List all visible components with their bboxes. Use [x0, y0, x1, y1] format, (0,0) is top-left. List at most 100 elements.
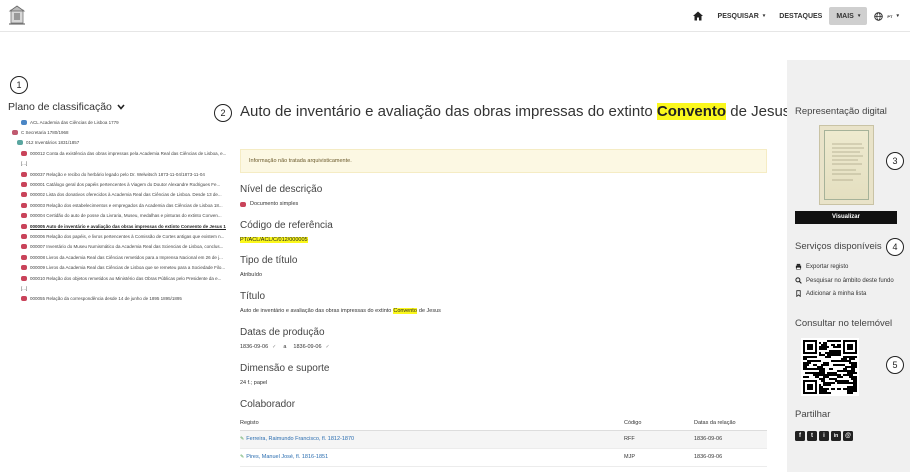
level-icon	[21, 265, 27, 271]
menu-pesquisar[interactable]: PESQUISAR ▾	[711, 7, 773, 25]
tree-item[interactable]: 000004 Certidão do auto de posse da Livr…	[8, 211, 226, 221]
home-button[interactable]	[685, 7, 711, 25]
tree-item[interactable]: 000003 Relação dos estabelecimentos e em…	[8, 200, 226, 210]
tree-item[interactable]: [...]	[8, 283, 226, 293]
dimensao-label: Dimensão e suporte	[240, 363, 330, 374]
tree-item[interactable]: 000009 Livros da Academia Real das Ciênc…	[8, 262, 226, 272]
level-icon	[21, 213, 27, 219]
menu-pesquisar-label: PESQUISAR	[717, 12, 759, 20]
tree-item-label: [...]	[21, 285, 28, 291]
tree-item-label: 000005 Auto de inventário e avaliação da…	[30, 223, 226, 229]
tree-item-label: 000003 Relação dos estabelecimentos e em…	[30, 202, 223, 208]
notice-box: Informação não tratada arquivisticamente…	[240, 149, 767, 173]
level-icon	[17, 140, 23, 146]
colaborador-label: Colaborador	[240, 399, 296, 410]
nivel-value: Documento simples	[240, 201, 298, 207]
linkedin-icon[interactable]: in	[831, 431, 841, 441]
instagram-icon[interactable]: i	[819, 431, 829, 441]
tree-item[interactable]: 000008 Livros da Academia Real das Ciênc…	[8, 252, 226, 262]
plano-toggle[interactable]: Plano de classificação	[8, 101, 125, 113]
check-icon: ✓	[272, 344, 277, 350]
exportar-link[interactable]: Exportar registo	[795, 263, 848, 270]
codigo-label: Código de referência	[240, 220, 333, 231]
main-menu: PESQUISAR ▾ DESTAQUES MAIS ▾ PT ▾	[685, 5, 906, 27]
tree-item[interactable]: 000012 Conta da existência das obras imp…	[8, 148, 226, 158]
document-icon	[240, 201, 246, 207]
language-selector[interactable]: PT ▾	[867, 7, 906, 25]
academy-logo[interactable]	[7, 4, 27, 26]
tree-item[interactable]: 000007 Inventário do Museu Numismático d…	[8, 242, 226, 252]
exportar-label: Exportar registo	[806, 263, 849, 270]
table-header-row: Registo Código Datas da relação	[240, 416, 767, 431]
pesquisar-fundo-link[interactable]: Pesquisar no âmbito deste fundo	[795, 277, 894, 284]
tree-item[interactable]: 000002 Lista dos donativos oferecidos à …	[8, 190, 226, 200]
tree-item[interactable]: ACL Academia das Ciências de Lisboa 1779	[8, 117, 226, 127]
adicionar-lista-label: Adicionar à minha lista	[806, 290, 867, 297]
servicos-title: Serviços disponíveis	[795, 241, 882, 252]
tipo-value: Atribuído	[240, 272, 263, 278]
level-icon	[21, 254, 27, 260]
globe-icon	[874, 11, 884, 21]
tree-item-label: 000008 Livros da Academia Real das Ciênc…	[30, 254, 223, 260]
level-icon	[21, 223, 27, 229]
manuscript-image	[832, 143, 864, 181]
visualizar-button[interactable]: Visualizar	[795, 211, 897, 224]
titulo-value: Auto de inventário e avaliação das obras…	[240, 308, 441, 314]
top-navbar: PESQUISAR ▾ DESTAQUES MAIS ▾ PT ▾	[0, 0, 910, 32]
tree-item-label: 000037 Relação e recibo do herbário lega…	[30, 171, 205, 177]
callout-badge-1: 1	[10, 76, 28, 94]
tree-item-label: ACL Academia das Ciências de Lisboa 1779	[30, 119, 119, 125]
menu-destaques[interactable]: DESTAQUES	[772, 7, 829, 25]
pesquisar-fundo-label: Pesquisar no âmbito deste fundo	[806, 277, 894, 284]
tree-item[interactable]: [...]	[8, 159, 226, 169]
level-icon	[21, 296, 27, 302]
codigo-value: PT/ACL/ACL/C/012/000005	[240, 237, 308, 243]
level-icon	[21, 119, 27, 125]
table-row: ✎ Pires, Manuel José, fl. 1816-1851 MJP 1…	[240, 448, 767, 467]
tree-item[interactable]: 000055 Relação da correspondência desde …	[8, 294, 226, 304]
menu-mais-label: MAIS	[836, 12, 854, 20]
chevron-down-icon: ▾	[762, 13, 766, 19]
tree-item[interactable]: C Secretaria 1780/1968	[8, 127, 226, 137]
title-highlight: Convento	[656, 103, 727, 120]
menu-mais[interactable]: MAIS ▾	[829, 7, 868, 25]
right-sidebar: Representação digital 3 Visualizar Servi…	[787, 60, 910, 472]
language-label: PT	[887, 13, 893, 19]
document-thumbnail[interactable]	[819, 125, 874, 205]
tree-item[interactable]: 000001 Catálogo geral dos papéis pertenc…	[8, 179, 226, 189]
nivel-label: Nível de descrição	[240, 184, 323, 195]
titulo-text: Auto de inventário e avaliação das obras…	[240, 308, 392, 314]
tree-item[interactable]: 012 Inventários 1831/1857	[8, 138, 226, 148]
level-icon	[21, 150, 27, 156]
registo-link[interactable]: Ferreira, Raimundo Francisco, fl. 1812-1…	[246, 436, 354, 442]
callout-badge-3: 3	[886, 152, 904, 170]
tree-item[interactable]: 000037 Relação e recibo do herbário lega…	[8, 169, 226, 179]
email-icon[interactable]: @	[843, 431, 853, 441]
representacao-title: Representação digital	[795, 106, 887, 117]
home-icon	[692, 11, 703, 21]
level-icon	[21, 202, 27, 208]
tree-item[interactable]: 000005 Auto de inventário e avaliação da…	[8, 221, 226, 231]
chevron-down-icon	[117, 104, 125, 110]
facebook-icon[interactable]: f	[795, 431, 805, 441]
tree-item-label: 000007 Inventário do Museu Numismático d…	[30, 244, 224, 250]
registo-cell: ✎ Pires, Manuel José, fl. 1816-1851	[240, 448, 624, 467]
print-icon	[795, 263, 802, 270]
callout-badge-5: 5	[886, 356, 904, 374]
data-inicio: 1836-09-06	[240, 344, 269, 350]
adicionar-lista-link[interactable]: Adicionar à minha lista	[795, 290, 866, 297]
data-separator: a	[283, 344, 287, 350]
level-icon	[21, 182, 27, 188]
twitter-icon[interactable]: t	[807, 431, 817, 441]
tree-item[interactable]: 000006 Relação dos papéis, e livros pert…	[8, 231, 226, 241]
codigo-cell: RFF	[624, 430, 694, 449]
tree-item[interactable]: 000010 Relação dos objetos remetidos ao …	[8, 273, 226, 283]
datas-label: Datas de produção	[240, 327, 325, 338]
page-title-suffix: de Jesus	[730, 103, 791, 120]
tree-item-label: 000002 Lista dos donativos oferecidos à …	[30, 192, 222, 198]
registo-link[interactable]: Pires, Manuel José, fl. 1816-1851	[246, 454, 328, 460]
codigo-cell: MJP	[624, 448, 694, 467]
titulo-label: Título	[240, 291, 266, 302]
tree-item-label: [...]	[21, 161, 28, 167]
col-codigo: Código	[624, 416, 694, 431]
